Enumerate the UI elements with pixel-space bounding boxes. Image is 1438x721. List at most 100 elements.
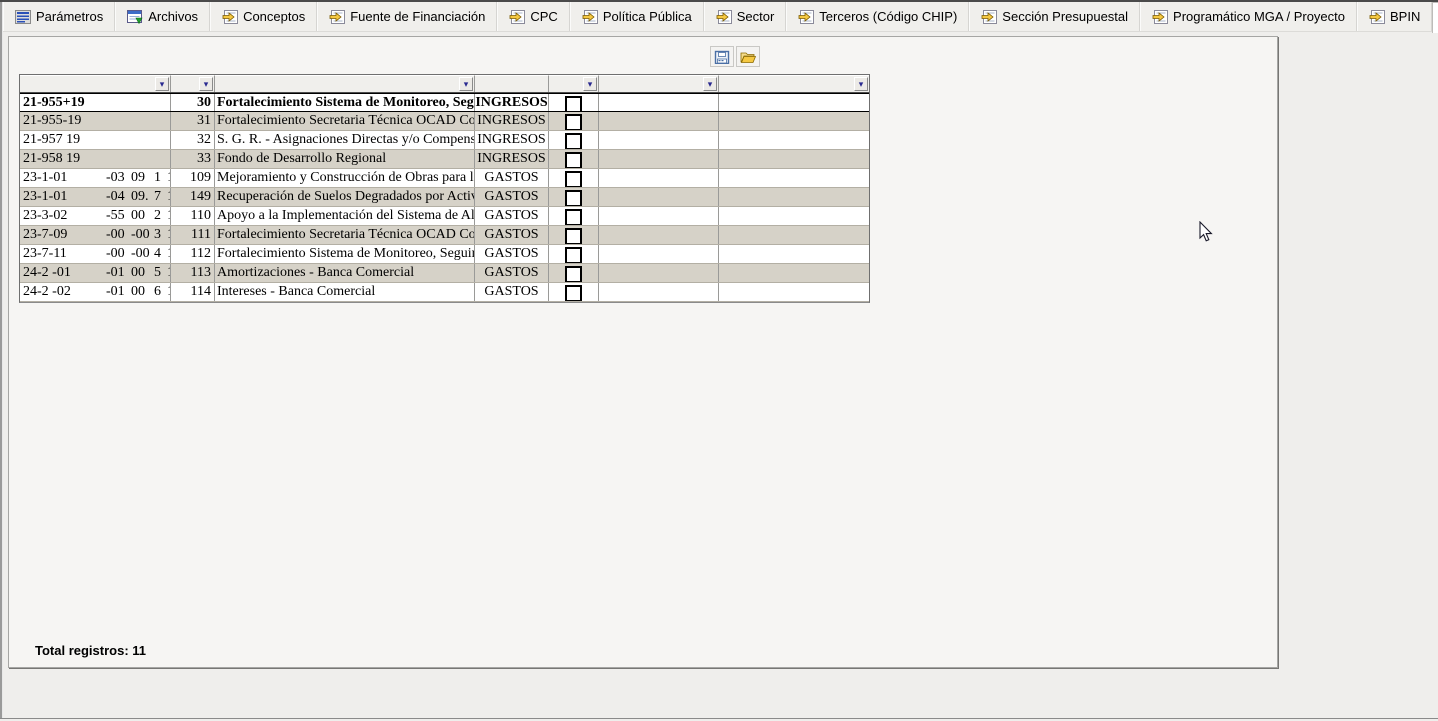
cell-tipo-tercero[interactable] xyxy=(719,188,869,206)
filter-dropdown-button[interactable]: ▾ xyxy=(703,77,717,91)
cell-nombre-rubro[interactable]: Mejoramiento y Construcción de Obras par… xyxy=(215,169,475,187)
filter-dropdown-button[interactable]: ▾ xyxy=(854,77,868,91)
cell-tipo[interactable]: GASTOS xyxy=(475,264,549,282)
reserva-checkbox[interactable] xyxy=(565,152,582,168)
cell-tipo[interactable]: INGRESOS xyxy=(475,94,549,111)
cell-rubro[interactable]: 23-3-02-550021 xyxy=(20,207,171,225)
cell-tipo[interactable]: GASTOS xyxy=(475,207,549,225)
cell-codigo[interactable]: 113 xyxy=(171,264,215,282)
cell-nombre-rubro[interactable]: Fondo de Desarrollo Regional xyxy=(215,150,475,168)
cell-codigo-tercero[interactable] xyxy=(599,245,719,263)
tab-sector[interactable]: Sector xyxy=(704,2,787,31)
cell-codigo[interactable]: 33 xyxy=(171,150,215,168)
cell-codigo[interactable]: 109 xyxy=(171,169,215,187)
cell-rubro[interactable]: 23-7-09-00-0031 xyxy=(20,226,171,244)
cell-codigo[interactable]: 112 xyxy=(171,245,215,263)
cell-nombre-rubro[interactable]: Amortizaciones - Banca Comercial xyxy=(215,264,475,282)
cell-tipo[interactable]: GASTOS xyxy=(475,283,549,301)
tab-par-metros[interactable]: Parámetros xyxy=(3,2,115,31)
cell-tipo-tercero[interactable] xyxy=(719,283,869,301)
cell-codigo-tercero[interactable] xyxy=(599,226,719,244)
table-row[interactable]: 23-7-09-00-0031111Fortalecimiento Secret… xyxy=(20,226,869,245)
cell-nombre-rubro[interactable]: Fortalecimiento Secretaria Técnica OCAD … xyxy=(215,226,475,244)
cell-nombre-rubro[interactable]: Intereses - Banca Comercial xyxy=(215,283,475,301)
cell-tipo[interactable]: INGRESOS xyxy=(475,131,549,149)
cell-nombre-rubro[interactable]: Recuperación de Suelos Degradados por Ac… xyxy=(215,188,475,206)
filter-dropdown-button[interactable]: ▾ xyxy=(199,77,213,91)
reserva-checkbox[interactable] xyxy=(565,247,582,263)
cell-codigo-tercero[interactable] xyxy=(599,94,719,111)
cell-codigo-tercero[interactable] xyxy=(599,131,719,149)
table-row[interactable]: 24-2 -02-010061114Intereses - Banca Come… xyxy=(20,283,869,302)
cell-rubro[interactable]: 23-1-01-030911 xyxy=(20,169,171,187)
cell-codigo-tercero[interactable] xyxy=(599,112,719,130)
cell-codigo-tercero[interactable] xyxy=(599,150,719,168)
table-row[interactable]: 23-7-11-00-0041112Fortalecimiento Sistem… xyxy=(20,245,869,264)
filter-dropdown-button[interactable]: ▾ xyxy=(459,77,473,91)
cell-tipo-tercero[interactable] xyxy=(719,207,869,225)
cell-rubro[interactable]: 24-2 -01-010051 xyxy=(20,264,171,282)
open-button[interactable] xyxy=(736,46,760,67)
cell-tipo[interactable]: INGRESOS xyxy=(475,150,549,168)
cell-codigo[interactable]: 31 xyxy=(171,112,215,130)
cell-nombre-rubro[interactable]: Fortalecimiento Sistema de Monitoreo, Se… xyxy=(215,245,475,263)
cell-rubro[interactable]: 21-955+19 xyxy=(20,94,171,111)
cell-codigo-tercero[interactable] xyxy=(599,283,719,301)
cell-rubro[interactable]: 21-958 19 xyxy=(20,150,171,168)
cell-codigo[interactable]: 110 xyxy=(171,207,215,225)
cell-tipo-tercero[interactable] xyxy=(719,131,869,149)
cell-tipo-tercero[interactable] xyxy=(719,150,869,168)
cell-tipo-tercero[interactable] xyxy=(719,245,869,263)
cell-tipo[interactable]: INGRESOS xyxy=(475,112,549,130)
cell-rubro[interactable]: 23-7-11-00-0041 xyxy=(20,245,171,263)
tab-pol-tica-p-blica[interactable]: Política Pública xyxy=(570,2,704,31)
save-button[interactable] xyxy=(710,46,734,67)
table-row[interactable]: 23-1-01-0409.71149Recuperación de Suelos… xyxy=(20,188,869,207)
tab-conceptos[interactable]: Conceptos xyxy=(210,2,317,31)
reserva-checkbox[interactable] xyxy=(565,228,582,244)
cell-tipo-tercero[interactable] xyxy=(719,264,869,282)
cell-codigo-tercero[interactable] xyxy=(599,169,719,187)
table-row[interactable]: 21-955-1931Fortalecimiento Secretaria Té… xyxy=(20,112,869,131)
cell-codigo[interactable]: 30 xyxy=(171,94,215,111)
cell-tipo[interactable]: GASTOS xyxy=(475,188,549,206)
table-row[interactable]: 23-1-01-030911109Mejoramiento y Construc… xyxy=(20,169,869,188)
reserva-checkbox[interactable] xyxy=(565,114,582,130)
cell-tipo-tercero[interactable] xyxy=(719,112,869,130)
cell-tipo[interactable]: GASTOS xyxy=(475,245,549,263)
reserva-checkbox[interactable] xyxy=(565,171,582,187)
reserva-checkbox[interactable] xyxy=(565,133,582,149)
cell-rubro[interactable]: 23-1-01-0409.71 xyxy=(20,188,171,206)
tab-program-tico-mga-proyecto[interactable]: Programático MGA / Proyecto xyxy=(1140,2,1357,31)
cell-rubro[interactable]: 24-2 -02-010061 xyxy=(20,283,171,301)
cell-nombre-rubro[interactable]: Fortalecimiento Secretaria Técnica OCAD … xyxy=(215,112,475,130)
tab-terceros-c-digo-chip[interactable]: Terceros (Código CHIP) xyxy=(786,2,969,31)
tab-bpin[interactable]: BPIN xyxy=(1357,2,1432,31)
table-row[interactable]: 23-3-02-550021110Apoyo a la Implementaci… xyxy=(20,207,869,226)
reserva-checkbox[interactable] xyxy=(565,209,582,225)
filter-dropdown-button[interactable]: ▾ xyxy=(583,77,597,91)
cell-tipo[interactable]: GASTOS xyxy=(475,169,549,187)
filter-dropdown-button[interactable]: ▾ xyxy=(155,77,169,91)
cell-tipo-tercero[interactable] xyxy=(719,226,869,244)
cell-codigo[interactable]: 149 xyxy=(171,188,215,206)
tab-fuente-de-financiaci-n[interactable]: Fuente de Financiación xyxy=(317,2,497,31)
cell-nombre-rubro[interactable]: S. G. R. - Asignaciones Directas y/o Com… xyxy=(215,131,475,149)
reserva-checkbox[interactable] xyxy=(565,190,582,206)
cell-codigo[interactable]: 114 xyxy=(171,283,215,301)
table-row[interactable]: 21-955+1930Fortalecimiento Sistema de Mo… xyxy=(20,93,869,112)
cell-rubro[interactable]: 21-957 19 xyxy=(20,131,171,149)
tab-terceros[interactable]: TERCEROS xyxy=(1432,2,1438,33)
table-row[interactable]: 24-2 -01-010051113Amortizaciones - Banca… xyxy=(20,264,869,283)
cell-codigo[interactable]: 111 xyxy=(171,226,215,244)
cell-codigo-tercero[interactable] xyxy=(599,264,719,282)
table-row[interactable]: 21-958 1933Fondo de Desarrollo RegionalI… xyxy=(20,150,869,169)
cell-nombre-rubro[interactable]: Fortalecimiento Sistema de Monitoreo, Se… xyxy=(215,94,475,111)
cell-tipo[interactable]: GASTOS xyxy=(475,226,549,244)
reserva-checkbox[interactable] xyxy=(565,266,582,282)
tab-cpc[interactable]: CPC xyxy=(497,2,569,31)
cell-codigo-tercero[interactable] xyxy=(599,207,719,225)
reserva-checkbox[interactable] xyxy=(565,285,582,301)
tab-secci-n-presupuestal[interactable]: Sección Presupuestal xyxy=(969,2,1140,31)
cell-tipo-tercero[interactable] xyxy=(719,169,869,187)
